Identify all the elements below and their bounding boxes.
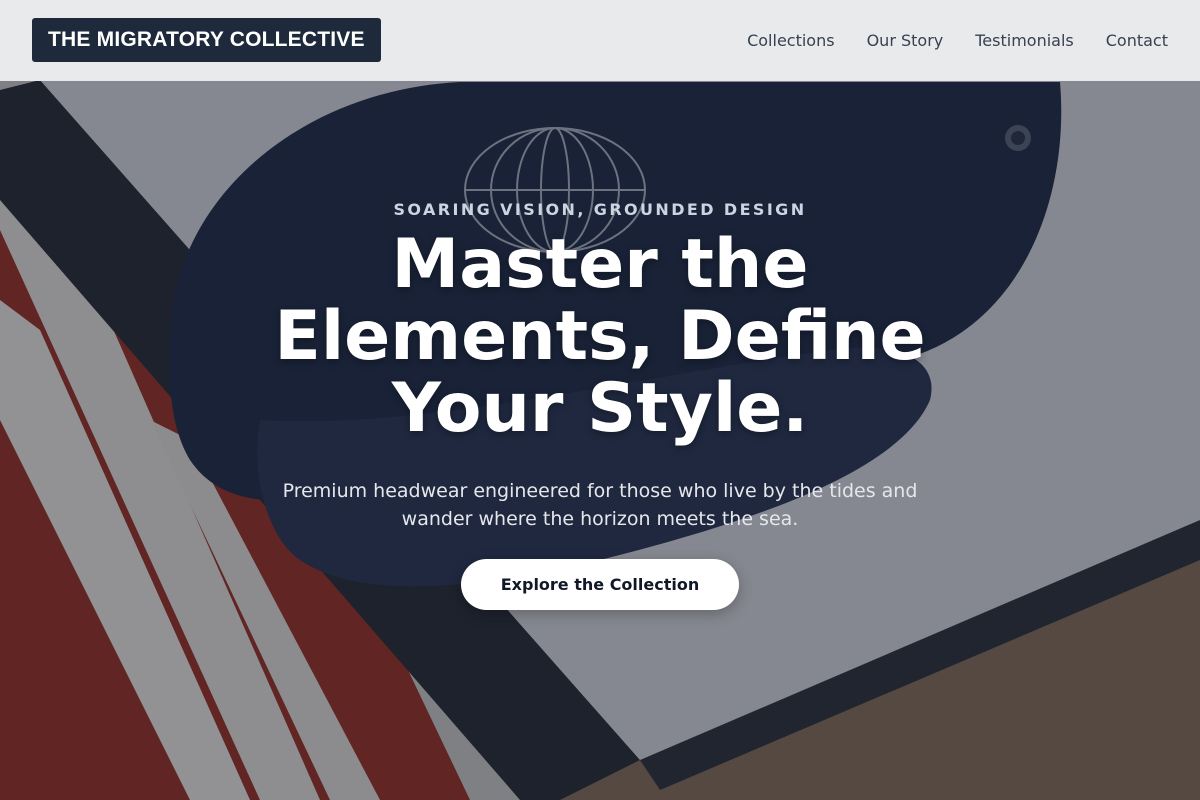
nav-link-contact[interactable]: Contact (1106, 31, 1168, 50)
hero-eyebrow: SOARING VISION, GROUNDED DESIGN (393, 200, 807, 219)
brand-logo[interactable]: THE MIGRATORY COLLECTIVE (32, 18, 381, 62)
site-header: THE MIGRATORY COLLECTIVE Collections Our… (0, 0, 1200, 81)
explore-collection-button[interactable]: Explore the Collection (461, 559, 739, 610)
nav-link-collections[interactable]: Collections (747, 31, 834, 50)
nav-link-our-story[interactable]: Our Story (867, 31, 944, 50)
hero-section: SOARING VISION, GROUNDED DESIGN Master t… (0, 200, 1200, 610)
hero-title: Master the Elements, Define Your Style. (274, 225, 926, 448)
hero-subtitle: Premium headwear engineered for those wh… (282, 480, 918, 530)
nav-link-testimonials[interactable]: Testimonials (975, 31, 1074, 50)
main-navigation: Collections Our Story Testimonials Conta… (747, 31, 1168, 50)
